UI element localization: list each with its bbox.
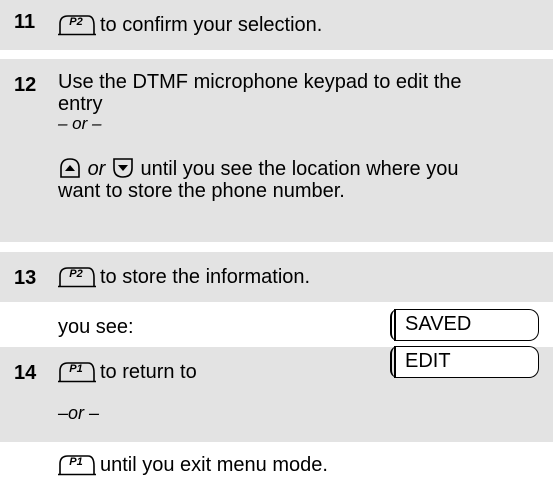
instruction-line: entry — [58, 93, 103, 115]
key-label: P2 — [69, 16, 83, 28]
or-word: or — [87, 158, 106, 180]
step-13: 13 P2 to store the information. — [0, 252, 553, 302]
key-label: P2 — [69, 268, 83, 280]
step-number: 11 — [14, 11, 36, 33]
step-text-row: P2 to confirm your selection. — [58, 14, 322, 37]
p2-key-icon: P2 — [58, 266, 96, 288]
step-number: 12 — [14, 74, 37, 96]
key-label: P1 — [69, 456, 83, 468]
lcd-display-saved: SAVED — [390, 308, 539, 341]
instruction-line: Use the DTMF microphone keypad to edit t… — [58, 71, 462, 93]
p1-key-icon: P1 — [58, 361, 96, 383]
step-number: 14 — [14, 362, 37, 384]
arrow-instruction-row: or until you see the location where you — [58, 157, 458, 181]
or-separator: – or – — [58, 114, 102, 133]
step-14: 14 P1 to return to EDIT –or – — [0, 345, 553, 442]
instruction-line: want to store the phone number. — [58, 180, 345, 202]
or-separator: –or – — [58, 403, 100, 423]
step-11: 11 P2 to confirm your selection. — [0, 0, 553, 50]
down-arrow-key-icon — [113, 158, 133, 178]
step-text: until you exit menu mode. — [100, 454, 328, 476]
step-12: 12 Use the DTMF microphone keypad to edi… — [0, 59, 553, 242]
step-text: to return to — [100, 361, 197, 383]
step-text-row: P2 to store the information. — [58, 266, 310, 289]
you-see-label: you see: — [58, 316, 134, 338]
step-text-row: P1 until you exit menu mode. — [58, 454, 328, 477]
lcd-display-edit: EDIT — [390, 345, 539, 378]
p1-key-icon: P1 — [58, 454, 96, 476]
step-number: 13 — [14, 267, 37, 289]
step-text: to confirm your selection. — [100, 14, 323, 36]
key-label: P1 — [69, 363, 83, 375]
display-row: you see: SAVED — [0, 302, 553, 347]
step-text-row: P1 to return to — [58, 361, 197, 384]
instruction-text: until you see the location where you — [140, 158, 459, 180]
up-arrow-key-icon — [60, 158, 80, 178]
step-14-alternative: P1 until you exit menu mode. — [0, 442, 553, 486]
step-text: to store the information. — [100, 266, 311, 288]
p2-key-icon: P2 — [58, 14, 96, 36]
